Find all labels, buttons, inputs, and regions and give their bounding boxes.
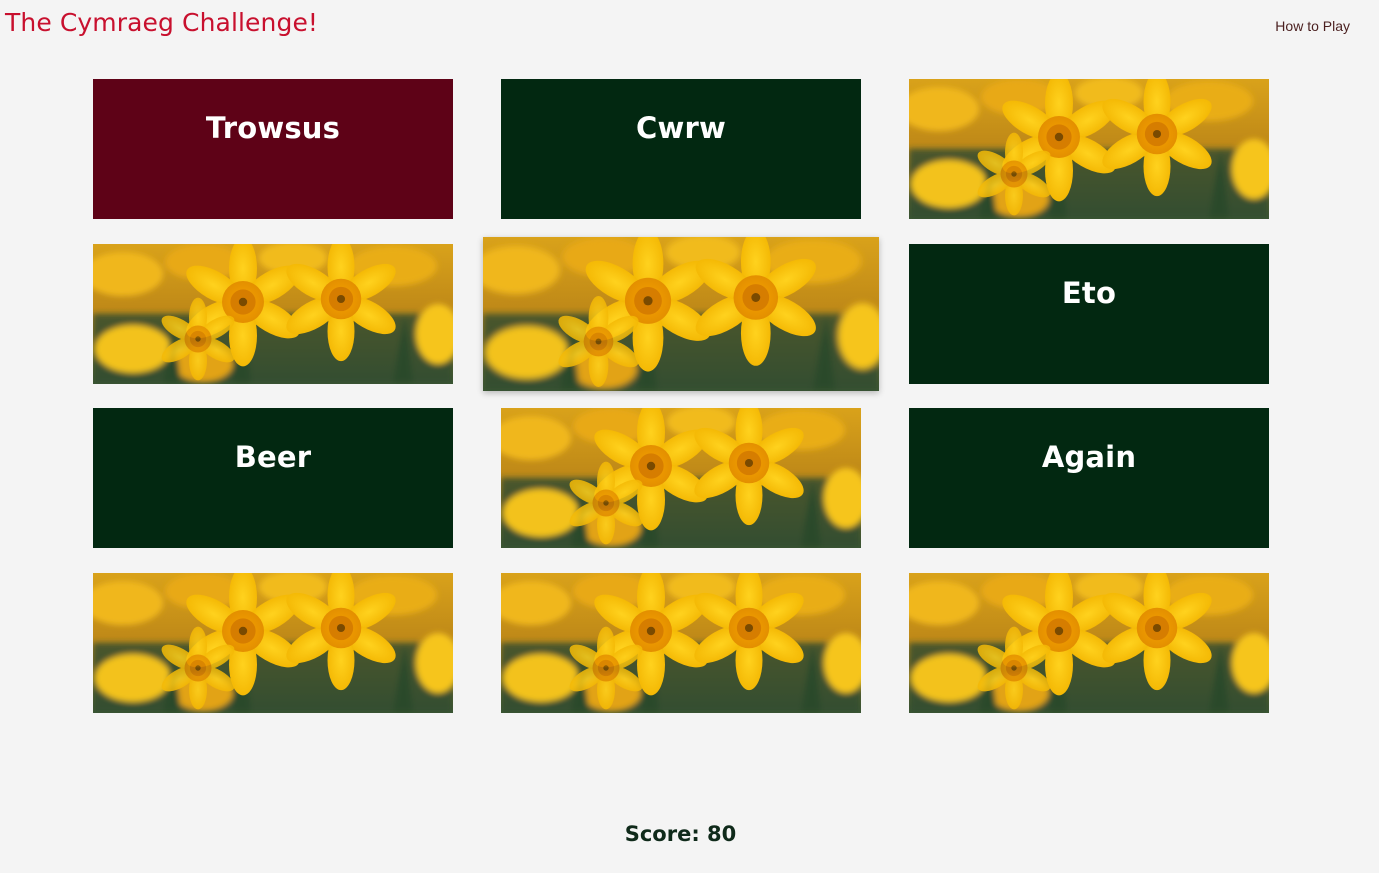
- card-11[interactable]: [501, 573, 861, 713]
- card-3[interactable]: [909, 79, 1269, 219]
- daffodil-image: [909, 573, 1269, 713]
- card-5[interactable]: [483, 237, 879, 391]
- card-word: Eto: [1061, 276, 1117, 310]
- card-word: Cwrw: [636, 111, 726, 145]
- card-7[interactable]: Beer: [93, 408, 453, 548]
- how-to-play-link[interactable]: How to Play: [1275, 18, 1350, 34]
- card-2[interactable]: Cwrw: [501, 79, 861, 219]
- card-9[interactable]: Again: [909, 408, 1269, 548]
- daffodil-image: [909, 79, 1269, 219]
- card-4[interactable]: [93, 244, 453, 384]
- daffodil-image: [483, 237, 879, 391]
- card-10[interactable]: [93, 573, 453, 713]
- site-title: The Cymraeg Challenge!: [5, 8, 319, 37]
- card-6[interactable]: Eto: [909, 244, 1269, 384]
- score-display: Score: 80: [624, 822, 737, 846]
- daffodil-image: [501, 408, 861, 548]
- card-word: Beer: [234, 440, 312, 474]
- card-12[interactable]: [909, 573, 1269, 713]
- card-8[interactable]: [501, 408, 861, 548]
- card-word: Trowsus: [205, 111, 341, 145]
- daffodil-image: [93, 573, 453, 713]
- daffodil-image: [93, 244, 453, 384]
- header: The Cymraeg Challenge! How to Play: [0, 0, 1379, 60]
- card-word: Again: [1041, 440, 1137, 474]
- daffodil-image: [501, 573, 861, 713]
- card-1[interactable]: Trowsus: [93, 79, 453, 219]
